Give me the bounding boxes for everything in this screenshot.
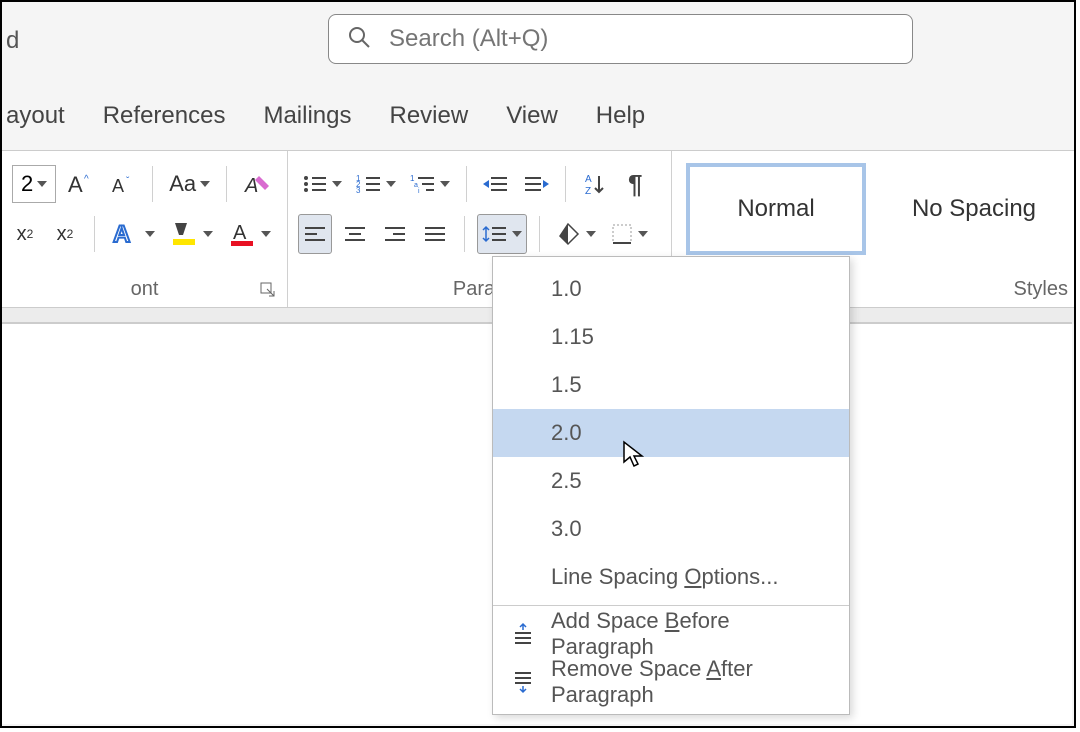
ribbon-tabs: ayout References Mailings Review View He… [2, 92, 645, 140]
line-spacing-2-5[interactable]: 2.5 [493, 457, 849, 505]
tab-references[interactable]: References [103, 102, 226, 130]
increase-indent-button[interactable] [519, 164, 553, 204]
svg-text:Z: Z [585, 186, 591, 196]
tab-review[interactable]: Review [389, 102, 468, 130]
line-spacing-2-0[interactable]: 2.0 [493, 409, 849, 457]
chevron-down-icon [37, 181, 47, 187]
chevron-down-icon [386, 181, 396, 187]
line-spacing-1-5[interactable]: 1.5 [493, 361, 849, 409]
change-case-button[interactable]: Aa [165, 164, 214, 204]
font-group-label: ont [2, 278, 287, 301]
add-space-before-icon [509, 620, 537, 648]
decrease-indent-button[interactable] [479, 164, 513, 204]
multilevel-list-button[interactable]: 1ai [406, 164, 454, 204]
font-group: 2 A^ Aˇ Aa A x2 x2 A A ont [2, 151, 288, 307]
font-dialog-launcher[interactable] [259, 281, 277, 299]
svg-text:A: A [112, 176, 124, 196]
svg-text:A: A [113, 221, 130, 248]
tab-layout[interactable]: ayout [6, 102, 65, 130]
line-spacing-options[interactable]: Line Spacing Options... [493, 553, 849, 601]
svg-text:^: ^ [84, 174, 89, 185]
svg-text:3: 3 [356, 186, 361, 195]
svg-text:A: A [244, 175, 258, 197]
search-input[interactable] [389, 25, 894, 53]
line-spacing-3-0[interactable]: 3.0 [493, 505, 849, 553]
line-spacing-menu: 1.0 1.15 1.5 2.0 2.5 3.0 Line Spacing Op… [492, 256, 850, 715]
remove-space-after[interactable]: Remove Space After Paragraph [493, 658, 849, 706]
shading-button[interactable] [552, 214, 600, 254]
remove-space-after-icon [509, 668, 537, 696]
shrink-font-button[interactable]: Aˇ [104, 164, 140, 204]
numbering-button[interactable]: 123 [352, 164, 400, 204]
line-spacing-button[interactable] [477, 214, 527, 254]
superscript-button[interactable]: x2 [48, 214, 82, 254]
align-center-button[interactable] [338, 214, 372, 254]
svg-text:i: i [418, 188, 420, 195]
separator [539, 216, 540, 252]
style-normal[interactable]: Normal [686, 163, 866, 255]
show-hide-marks-button[interactable]: ¶ [618, 164, 652, 204]
search-icon [347, 25, 371, 54]
menu-separator [493, 605, 849, 606]
chevron-down-icon [203, 231, 213, 237]
window-title-fragment: d [2, 27, 19, 55]
chevron-down-icon [261, 231, 271, 237]
chevron-down-icon [440, 181, 450, 187]
separator [226, 166, 227, 202]
line-spacing-1-15[interactable]: 1.15 [493, 313, 849, 361]
svg-text:A: A [233, 222, 247, 244]
svg-text:A: A [68, 172, 83, 197]
align-right-button[interactable] [378, 214, 412, 254]
separator [464, 216, 465, 252]
line-spacing-1-0[interactable]: 1.0 [493, 265, 849, 313]
separator [565, 166, 566, 202]
text-effects-button[interactable]: A [107, 214, 159, 254]
app-window: d ayout References Mailings Review View … [0, 0, 1076, 728]
chevron-down-icon [512, 231, 522, 237]
justify-button[interactable] [418, 214, 452, 254]
bullets-button[interactable] [298, 164, 346, 204]
separator [466, 166, 467, 202]
svg-text:A: A [585, 174, 592, 185]
styles-group-label: Styles [1014, 278, 1068, 301]
borders-button[interactable] [606, 214, 652, 254]
separator [152, 166, 153, 202]
tab-help[interactable]: Help [596, 102, 645, 130]
chevron-down-icon [200, 181, 210, 187]
font-color-button[interactable]: A [223, 214, 275, 254]
search-box[interactable] [328, 14, 913, 64]
font-size-combo[interactable]: 2 [12, 165, 56, 203]
grow-font-button[interactable]: A^ [62, 164, 98, 204]
clear-formatting-button[interactable]: A [239, 164, 277, 204]
subscript-button[interactable]: x2 [8, 214, 42, 254]
style-no-spacing[interactable]: No Spacing [884, 163, 1064, 255]
tab-view[interactable]: View [506, 102, 558, 130]
chevron-down-icon [332, 181, 342, 187]
add-space-before[interactable]: Add Space Before Paragraph [493, 610, 849, 658]
chevron-down-icon [586, 231, 596, 237]
tab-mailings[interactable]: Mailings [263, 102, 351, 130]
highlight-button[interactable] [165, 214, 217, 254]
chevron-down-icon [145, 231, 155, 237]
svg-text:ˇ: ˇ [126, 175, 130, 187]
sort-button[interactable]: AZ [578, 164, 612, 204]
align-left-button[interactable] [298, 214, 332, 254]
separator [94, 216, 95, 252]
chevron-down-icon [638, 231, 648, 237]
